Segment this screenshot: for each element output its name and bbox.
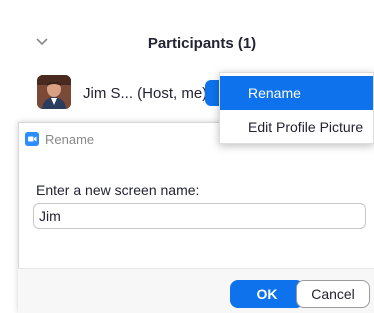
avatar bbox=[37, 75, 71, 109]
dialog-footer: OK Cancel bbox=[18, 268, 374, 313]
menu-item-rename[interactable]: Rename bbox=[220, 76, 373, 110]
dialog-title: Rename bbox=[45, 132, 95, 147]
participant-name: Jim S... (Host, me) bbox=[83, 85, 208, 102]
participants-panel-header: Participants (1) bbox=[0, 0, 374, 64]
screen-name-label: Enter a new screen name: bbox=[36, 182, 200, 198]
avatar-photo-icon bbox=[37, 75, 71, 109]
screen-name-input[interactable] bbox=[33, 203, 366, 229]
context-menu: Rename Edit Profile Picture bbox=[219, 72, 374, 144]
cancel-button[interactable]: Cancel bbox=[296, 280, 370, 308]
menu-item-edit-profile-picture[interactable]: Edit Profile Picture bbox=[220, 110, 373, 144]
panel-title: Participants (1) bbox=[147, 35, 257, 52]
ok-button[interactable]: OK bbox=[230, 280, 304, 308]
zoom-camera-icon bbox=[25, 132, 39, 146]
